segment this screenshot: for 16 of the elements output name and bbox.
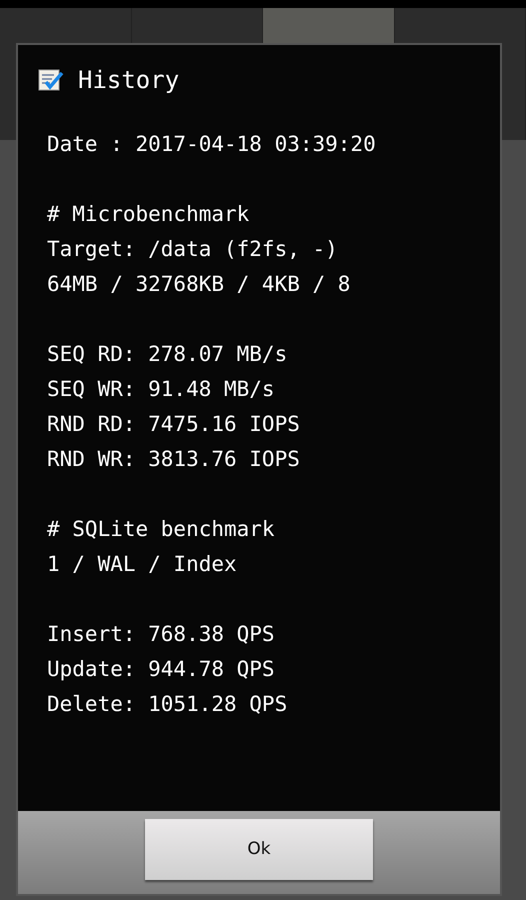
result-line: # Microbenchmark [47,201,250,228]
result-line: 1 / WAL / Index [47,551,238,578]
result-line: Delete: 1051.28 QPS [47,691,288,718]
result-line: Date : 2017-04-18 03:39:20 [47,131,377,158]
result-line: # SQLite benchmark [47,516,276,543]
result-line: SEQ WR: 91.48 MB/s [47,376,276,403]
result-line: 64MB / 32768KB / 4KB / 8 [47,271,352,298]
result-line: Insert: 768.38 QPS [47,621,276,648]
result-line: RND WR: 3813.76 IOPS [47,446,301,473]
ok-button[interactable]: Ok [145,819,373,880]
result-line: SEQ RD: 278.07 MB/s [47,341,288,368]
dialog-title: History [78,65,180,96]
result-line: Target: /data (f2fs, -) [47,236,339,263]
result-line: RND RD: 7475.16 IOPS [47,411,301,438]
checklist-icon [38,68,64,92]
result-line: Update: 944.78 QPS [47,656,276,683]
